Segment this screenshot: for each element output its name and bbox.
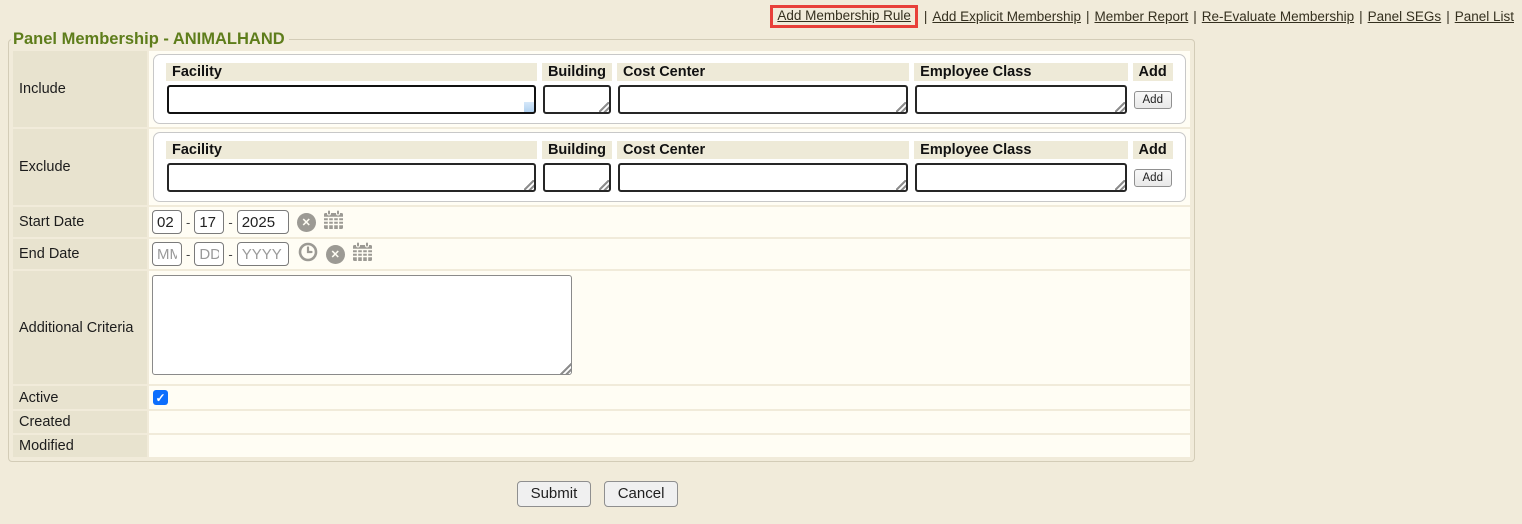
additional-criteria-row: Additional Criteria: [13, 271, 1190, 384]
include-employee-class-input[interactable]: [915, 85, 1126, 114]
start-date-year-input[interactable]: [237, 210, 289, 234]
active-label: Active: [13, 386, 147, 409]
exclude-add-button[interactable]: Add: [1134, 169, 1172, 187]
exclude-row: Exclude Facility Building Cost Center Em…: [13, 129, 1190, 205]
include-add-button[interactable]: Add: [1134, 91, 1172, 109]
date-dash: -: [186, 247, 190, 262]
cost-center-column-header: Cost Center: [617, 63, 909, 81]
end-date-day-input[interactable]: [194, 242, 224, 266]
end-date-month-input[interactable]: [152, 242, 182, 266]
add-column-header: Add: [1133, 141, 1173, 159]
employee-class-column-header: Employee Class: [914, 141, 1127, 159]
top-nav: Add Membership Rule | Add Explicit Membe…: [0, 0, 1522, 30]
date-dash: -: [228, 247, 232, 262]
start-date-label: Start Date: [13, 207, 147, 237]
submit-button[interactable]: Submit: [517, 481, 592, 507]
building-column-header: Building: [542, 63, 612, 81]
include-cost-center-input[interactable]: [618, 85, 908, 114]
date-dash: -: [186, 215, 190, 230]
form-actions: Submit Cancel: [0, 481, 1195, 507]
page-title: Panel Membership - ANIMALHAND: [11, 30, 289, 49]
facility-column-header: Facility: [166, 63, 537, 81]
cancel-button[interactable]: Cancel: [604, 481, 679, 507]
include-facility-input[interactable]: [167, 85, 536, 114]
end-date-label: End Date: [13, 239, 147, 269]
start-date-clear-icon[interactable]: ✕: [297, 213, 316, 232]
end-date-calendar-icon[interactable]: [352, 241, 373, 267]
nav-link-add-membership-rule[interactable]: Add Membership Rule: [777, 8, 911, 23]
panel-membership-fieldset: Panel Membership - ANIMALHAND Include Fa…: [8, 30, 1195, 462]
exclude-input-row: Add: [166, 162, 1173, 193]
facility-column-header: Facility: [166, 141, 537, 159]
nav-separator: |: [1359, 9, 1363, 24]
nav-separator: |: [924, 9, 928, 24]
nav-separator: |: [1446, 9, 1450, 24]
end-date-clear-icon[interactable]: ✕: [326, 245, 345, 264]
nav-link-re-evaluate-membership[interactable]: Re-Evaluate Membership: [1202, 9, 1354, 24]
start-date-calendar-icon[interactable]: [323, 209, 344, 235]
include-building-input[interactable]: [543, 85, 611, 114]
exclude-rule-box: Facility Building Cost Center Employee C…: [153, 132, 1186, 202]
include-header-row: Facility Building Cost Center Employee C…: [166, 63, 1173, 81]
created-row: Created: [13, 411, 1190, 433]
include-row: Include Facility Building Cost Center Em…: [13, 51, 1190, 127]
exclude-building-input[interactable]: [543, 163, 611, 192]
end-date-year-input[interactable]: [237, 242, 289, 266]
modified-value: [149, 435, 1190, 457]
additional-criteria-textarea[interactable]: [152, 275, 572, 375]
date-dash: -: [228, 215, 232, 230]
active-row: Active ✓: [13, 386, 1190, 409]
nav-link-member-report[interactable]: Member Report: [1094, 9, 1188, 24]
exclude-employee-class-input[interactable]: [915, 163, 1126, 192]
nav-separator: |: [1193, 9, 1197, 24]
nav-separator: |: [1086, 9, 1090, 24]
modified-row: Modified: [13, 435, 1190, 457]
start-date-row: Start Date - - ✕: [13, 207, 1190, 237]
nav-link-panel-list[interactable]: Panel List: [1455, 9, 1514, 24]
building-column-header: Building: [542, 141, 612, 159]
created-label: Created: [13, 411, 147, 433]
include-label: Include: [13, 51, 147, 127]
employee-class-column-header: Employee Class: [914, 63, 1127, 81]
nav-highlight-box: Add Membership Rule: [770, 5, 918, 28]
nav-link-add-explicit-membership[interactable]: Add Explicit Membership: [932, 9, 1081, 24]
include-input-row: Add: [166, 84, 1173, 115]
exclude-cost-center-input[interactable]: [618, 163, 908, 192]
end-date-clock-icon[interactable]: [298, 242, 318, 267]
active-checkbox[interactable]: ✓: [153, 390, 168, 405]
add-column-header: Add: [1133, 63, 1173, 81]
start-date-month-input[interactable]: [152, 210, 182, 234]
exclude-label: Exclude: [13, 129, 147, 205]
cost-center-column-header: Cost Center: [617, 141, 909, 159]
start-date-day-input[interactable]: [194, 210, 224, 234]
exclude-header-row: Facility Building Cost Center Employee C…: [166, 141, 1173, 159]
exclude-facility-input[interactable]: [167, 163, 536, 192]
end-date-row: End Date - - ✕: [13, 239, 1190, 269]
modified-label: Modified: [13, 435, 147, 457]
include-rule-box: Facility Building Cost Center Employee C…: [153, 54, 1186, 124]
nav-link-panel-segs[interactable]: Panel SEGs: [1368, 9, 1442, 24]
additional-criteria-label: Additional Criteria: [13, 271, 147, 384]
created-value: [149, 411, 1190, 433]
